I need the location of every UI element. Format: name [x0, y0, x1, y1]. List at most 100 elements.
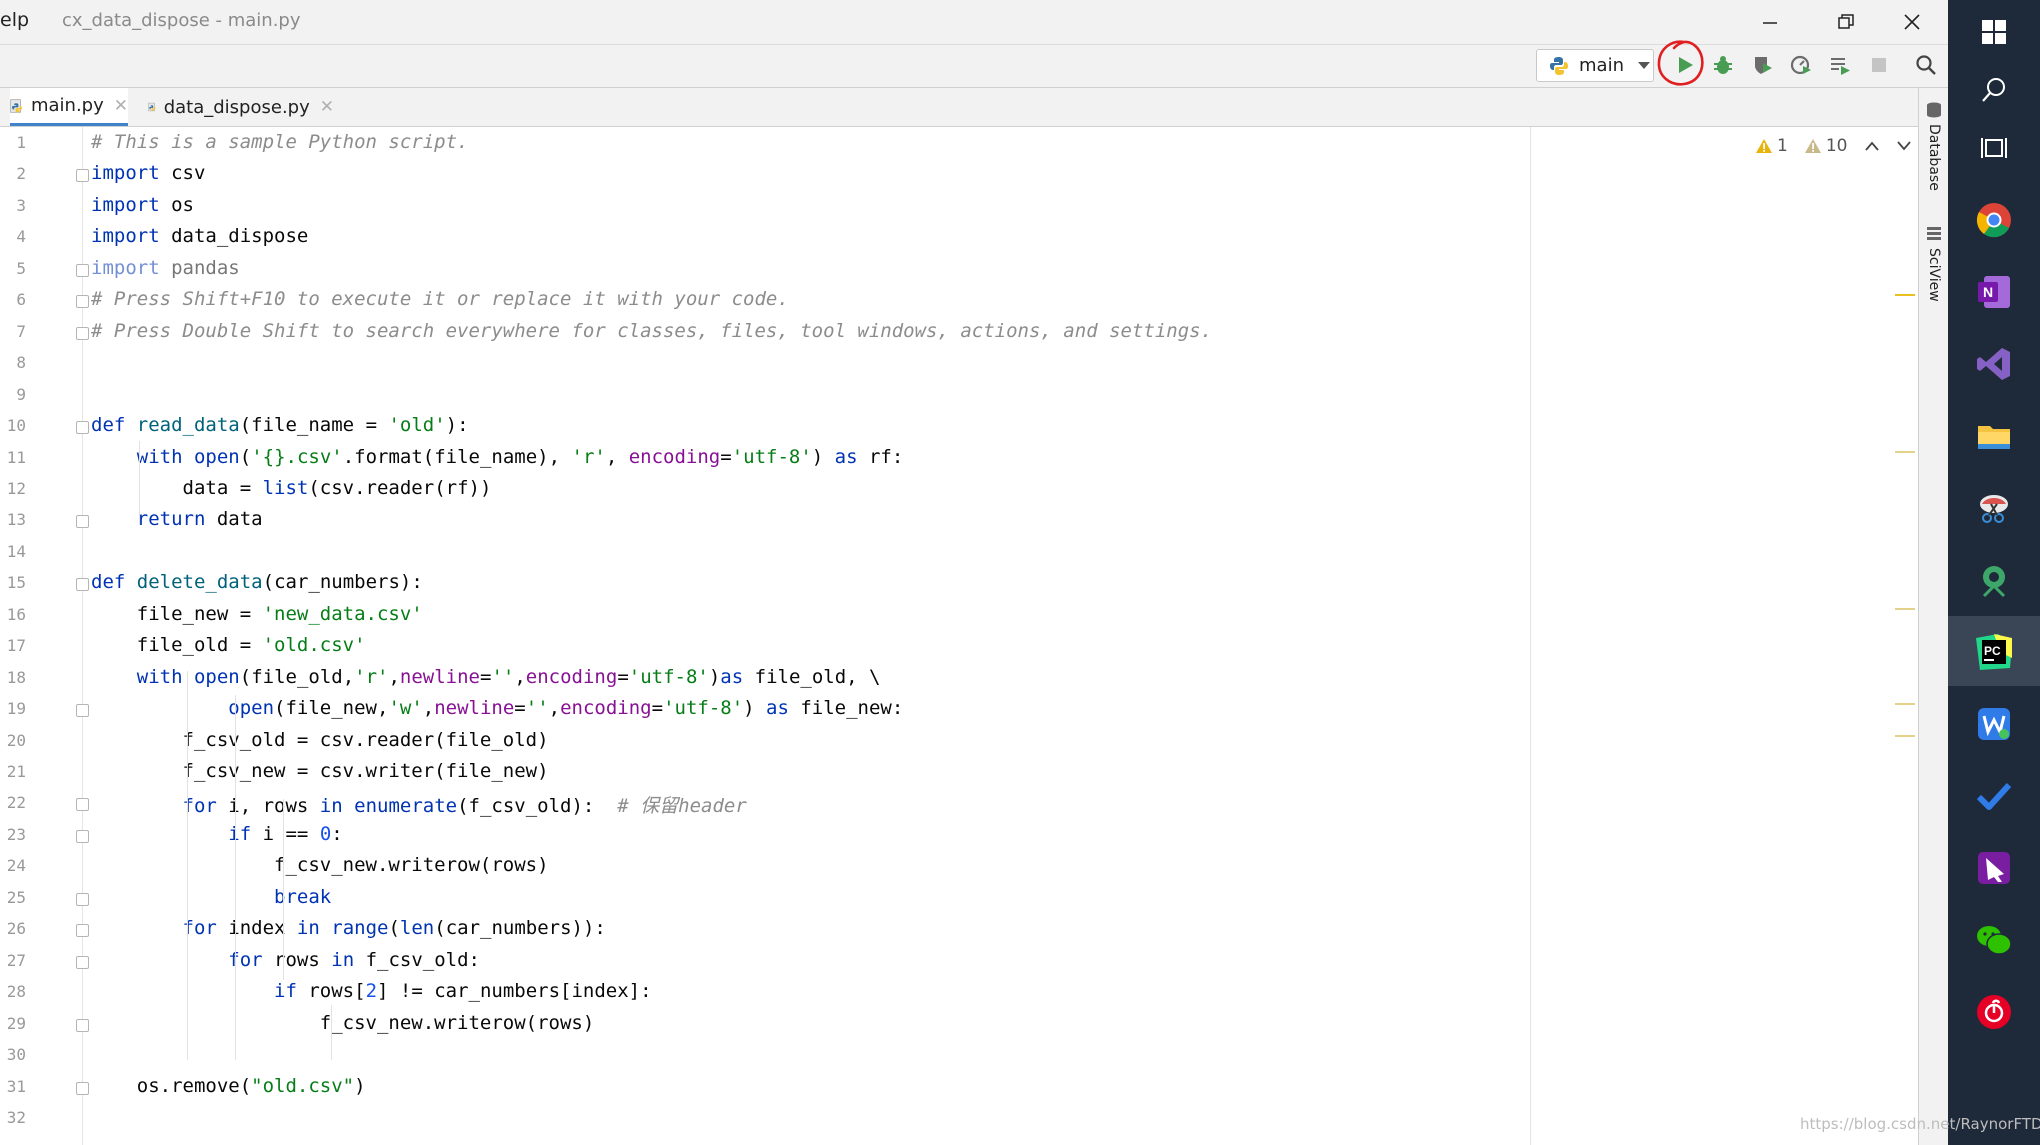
fold-marker-icon[interactable] [76, 295, 89, 309]
task-view-button[interactable] [1970, 124, 2018, 172]
code-line[interactable]: import data_dispose [91, 225, 308, 247]
code-line[interactable]: for rows in f_csv_old: [91, 949, 480, 971]
scrollbar-warning-mark[interactable] [1895, 294, 1915, 296]
fold-marker-icon[interactable] [76, 704, 89, 718]
code-line[interactable]: if i == 0: [91, 823, 342, 845]
debug-button[interactable] [1708, 50, 1738, 80]
code-line[interactable]: with open(file_old,'r',newline='',encodi… [91, 666, 881, 688]
code-line[interactable]: # Press Shift+F10 to execute it or repla… [91, 288, 789, 310]
fold-marker-icon[interactable] [76, 924, 89, 938]
minimize-button[interactable] [1740, 4, 1800, 40]
code-line[interactable]: os.remove("old.csv") [91, 1075, 366, 1097]
close-tab-icon[interactable]: ✕ [114, 96, 128, 116]
line-number: 20 [6, 730, 26, 750]
code-line[interactable]: for i, rows in enumerate(f_csv_old): # 保… [91, 791, 747, 818]
fold-marker-icon[interactable] [76, 1081, 89, 1095]
scrollbar-mark[interactable] [1895, 608, 1915, 610]
taskbar-feishu[interactable] [1970, 844, 2018, 892]
taskbar-wps-writer[interactable] [1970, 700, 2018, 748]
code-line[interactable]: # Press Double Shift to search everywher… [91, 320, 1212, 342]
taskbar-netease-music[interactable] [1970, 988, 2018, 1036]
code-line[interactable]: file_new = 'new_data.csv' [91, 603, 423, 625]
code-line[interactable]: open(file_new,'w',newline='',encoding='u… [91, 697, 903, 719]
code-line[interactable]: import csv [91, 162, 205, 184]
inspection-widget[interactable]: 1 10 [1755, 136, 1912, 156]
code-line[interactable]: break [91, 886, 331, 908]
fold-marker-icon[interactable] [76, 892, 89, 906]
taskbar-onenote[interactable]: N [1970, 268, 2018, 316]
database-tool-button[interactable]: Database [1919, 124, 1949, 214]
fold-marker-icon[interactable] [76, 326, 89, 340]
chrome-icon [1976, 203, 2011, 238]
stop-button[interactable] [1864, 50, 1894, 80]
code-line[interactable]: f_csv_new = csv.writer(file_new) [91, 760, 549, 782]
tab-main-py[interactable]: main.py ✕ [10, 88, 128, 126]
fold-marker-icon[interactable] [76, 955, 89, 969]
code-line[interactable]: import pandas [91, 257, 240, 279]
fold-marker-icon[interactable] [76, 421, 89, 435]
restore-button[interactable] [1816, 4, 1876, 40]
indent-guide [187, 671, 188, 1060]
right-margin-guide [1530, 127, 1531, 1145]
code-line[interactable]: data = list(csv.reader(rf)) [91, 477, 492, 499]
taskbar-wechat[interactable] [1970, 916, 2018, 964]
window-title: cx_data_dispose - main.py [62, 10, 301, 31]
help-menu[interactable]: elp [0, 9, 29, 31]
tab-data-dispose-py[interactable]: data_dispose.py ✕ [148, 88, 334, 126]
run-with-coverage-button[interactable] [1748, 50, 1778, 80]
code-line[interactable]: with open('{}.csv'.format(file_name), 'r… [91, 446, 904, 468]
code-line[interactable]: import os [91, 194, 194, 216]
code-line[interactable]: f_csv_new.writerow(rows) [91, 1012, 595, 1034]
line-number: 28 [6, 982, 26, 1002]
code-line[interactable]: f_csv_old = csv.reader(file_old) [91, 729, 549, 751]
line-number: 30 [6, 1045, 26, 1065]
windows-logo-icon [1982, 20, 2006, 44]
taskbar-chrome[interactable] [1970, 196, 2018, 244]
tab-data-dispose-py-label: data_dispose.py [163, 96, 310, 118]
close-tab-icon[interactable]: ✕ [320, 97, 334, 117]
scrollbar-mark[interactable] [1895, 451, 1915, 453]
start-button[interactable] [1970, 8, 2018, 56]
code-line[interactable]: file_old = 'old.csv' [91, 634, 366, 656]
profiler-icon [1790, 55, 1811, 75]
taskbar-visual-studio[interactable] [1970, 340, 2018, 388]
code-line[interactable]: for index in range(len(car_numbers)): [91, 917, 606, 939]
code-line[interactable]: return data [91, 508, 263, 530]
taskbar-todo[interactable] [1970, 772, 2018, 820]
python-icon [1550, 56, 1568, 75]
taskbar-snipping-tool[interactable] [1970, 484, 2018, 532]
folder-icon [1978, 426, 2010, 449]
code-line[interactable]: # This is a sample Python script. [91, 131, 469, 153]
chevron-up-icon[interactable] [1865, 141, 1880, 151]
editor-tabs: main.py ✕ data_dispose.py ✕ [0, 88, 1918, 127]
taskbar-search-button[interactable] [1970, 66, 2018, 114]
fold-marker-icon[interactable] [76, 578, 89, 592]
run-concurrency-button[interactable] [1825, 50, 1855, 80]
svg-text:N: N [1983, 284, 1993, 300]
close-button[interactable] [1882, 4, 1942, 40]
fold-marker-icon[interactable] [76, 263, 89, 277]
fold-marker-icon[interactable] [76, 515, 89, 529]
taskbar-file-explorer[interactable] [1970, 412, 2018, 460]
scrollbar-mark[interactable] [1895, 735, 1915, 737]
sciview-tool-button[interactable]: SciView [1919, 248, 1949, 328]
fold-marker-icon[interactable] [76, 169, 89, 183]
code-line[interactable]: def delete_data(car_numbers): [91, 571, 423, 593]
database-icon [1927, 102, 1941, 118]
profile-button[interactable] [1786, 50, 1816, 80]
restore-icon [1838, 14, 1854, 29]
code-line[interactable]: f_csv_new.writerow(rows) [91, 854, 549, 876]
bug-icon [1714, 56, 1732, 74]
fold-marker-icon[interactable] [76, 829, 89, 843]
code-line[interactable]: if rows[2] != car_numbers[index]: [91, 980, 652, 1002]
fold-marker-icon[interactable] [76, 798, 89, 812]
code-line[interactable]: def read_data(file_name = 'old'): [91, 414, 469, 436]
scrollbar-mark[interactable] [1895, 703, 1915, 705]
chevron-down-icon[interactable] [1897, 141, 1912, 151]
taskbar-git-app[interactable] [1970, 556, 2018, 604]
fold-marker-icon[interactable] [76, 1018, 89, 1032]
stop-icon [1872, 58, 1886, 72]
search-everywhere-button[interactable] [1911, 50, 1941, 80]
run-configuration-select[interactable]: main [1536, 49, 1654, 82]
taskbar-pycharm[interactable]: PC [1970, 628, 2018, 676]
